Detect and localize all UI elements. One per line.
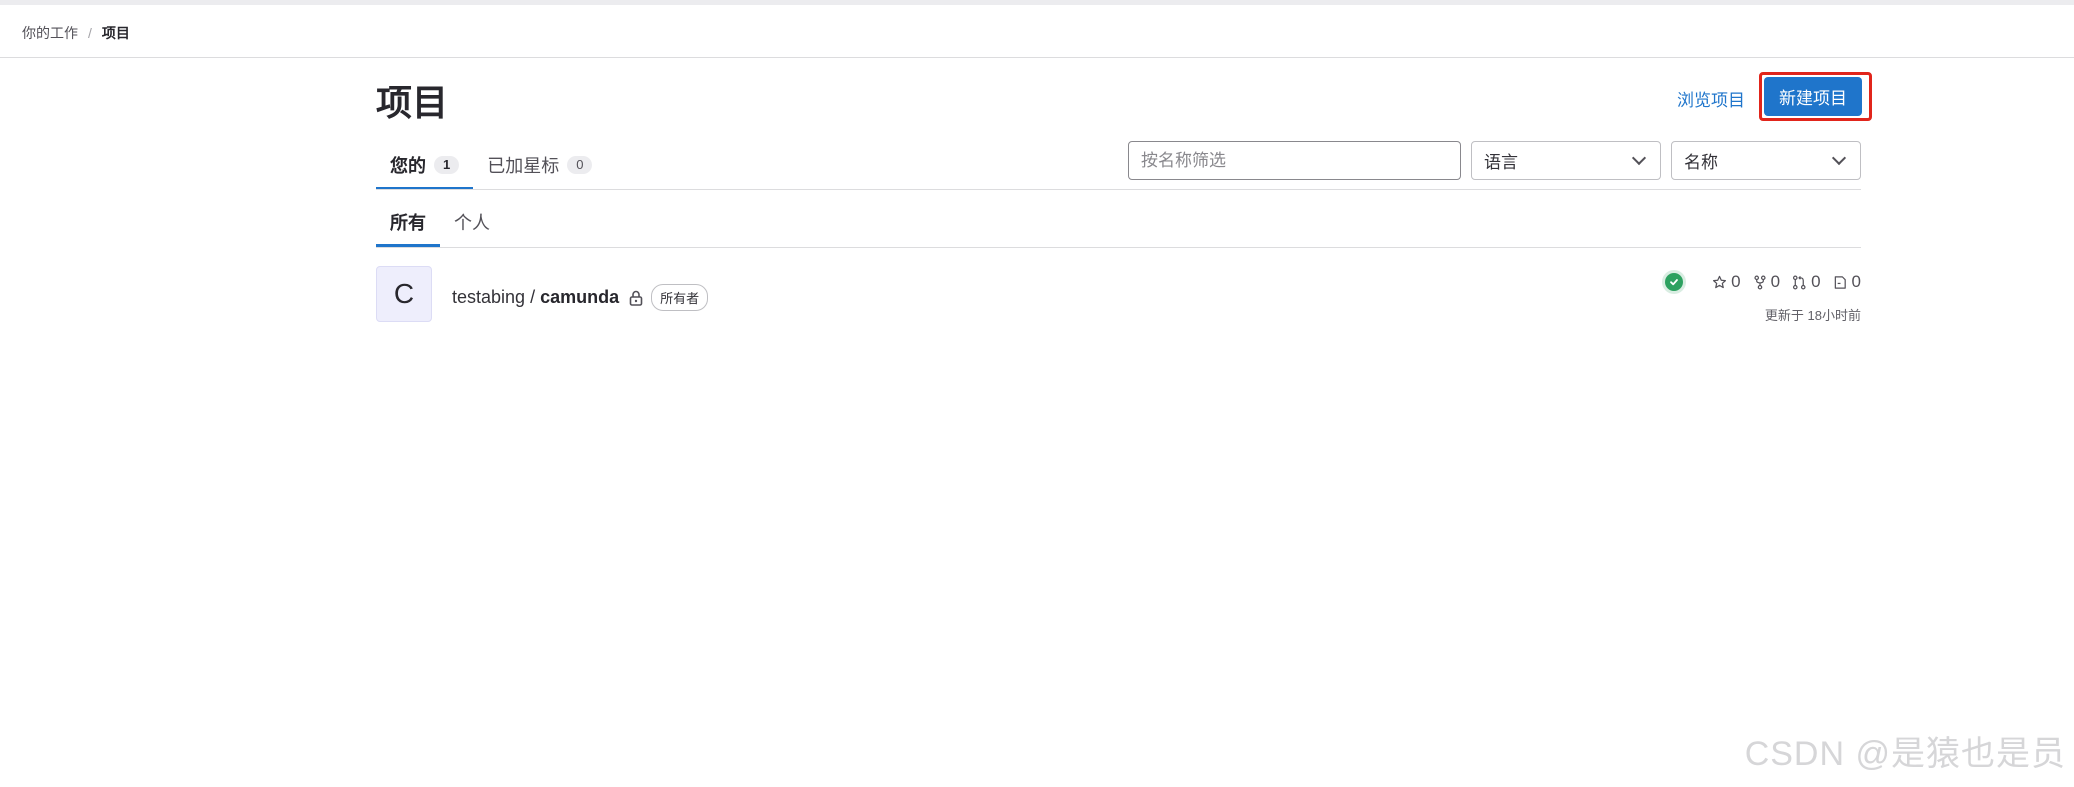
role-badge: 所有者 [651, 284, 709, 311]
sort-select-value: 名称 [1684, 153, 1718, 172]
filter-by-name-input[interactable] [1128, 141, 1461, 180]
project-stats: 0 0 0 0 [1662, 270, 1861, 294]
breadcrumb-projects[interactable]: 项目 [102, 23, 130, 43]
project-path-separator: / [530, 287, 536, 307]
merge-requests-count: 0 [1811, 272, 1821, 291]
breadcrumb-your-work[interactable]: 你的工作 [22, 23, 78, 43]
merge-request-icon [1793, 275, 1806, 289]
sort-select[interactable]: 名称 [1671, 141, 1861, 180]
browse-projects-link[interactable]: 浏览项目 [1677, 86, 1745, 111]
fork-icon [1754, 275, 1766, 289]
tab-starred-label: 已加星标 [487, 156, 560, 176]
breadcrumb: 你的工作 / 项目 [22, 23, 130, 43]
language-select[interactable]: 语言 [1471, 141, 1661, 180]
tab-yours-label: 您的 [390, 155, 426, 176]
page-title: 项目 [376, 82, 449, 123]
issues-icon [1834, 275, 1846, 289]
tab-yours[interactable]: 您的 1 [376, 142, 474, 190]
ownership-subtabs: 所有 个人 [376, 200, 504, 247]
forks-stat[interactable]: 0 [1753, 272, 1780, 292]
language-select-value: 语言 [1484, 153, 1518, 172]
chevron-down-icon [1631, 150, 1647, 166]
breadcrumb-separator: / [88, 25, 92, 41]
pipeline-status-icon[interactable] [1662, 270, 1687, 294]
stars-stat[interactable]: 0 [1712, 272, 1741, 292]
merge-requests-stat[interactable]: 0 [1792, 272, 1821, 292]
tab-yours-count: 1 [434, 155, 460, 174]
project-name: camunda [540, 287, 620, 307]
project-namespace: testabing [452, 287, 526, 307]
forks-count: 0 [1770, 272, 1781, 291]
check-icon [1665, 273, 1684, 291]
tab-starred-count: 0 [567, 156, 593, 174]
chevron-down-icon [1831, 150, 1847, 166]
issues-count: 0 [1851, 272, 1861, 291]
subtabs-divider [376, 247, 1861, 248]
project-row: C testabing / camunda 所有者 0 0 0 0 更新于 18… [376, 266, 1861, 326]
updated-time: 更新于 18小时前 [1764, 308, 1861, 323]
watermark: CSDN @是猿也是员 [1744, 735, 2066, 773]
star-icon [1713, 275, 1727, 288]
new-project-button[interactable]: 新建项目 [1764, 77, 1862, 116]
project-tabs: 您的 1 已加星标 0 [376, 142, 606, 190]
stars-count: 0 [1731, 272, 1741, 291]
project-avatar[interactable]: C [376, 266, 432, 322]
lock-icon [629, 290, 643, 306]
issues-stat[interactable]: 0 [1833, 272, 1861, 292]
subtab-personal[interactable]: 个人 [440, 200, 504, 244]
subtab-all[interactable]: 所有 [376, 200, 440, 247]
tabs-divider [376, 189, 1861, 190]
breadcrumb-bar: 你的工作 / 项目 [0, 5, 2074, 58]
project-title[interactable]: testabing / camunda 所有者 [452, 284, 709, 311]
tab-starred[interactable]: 已加星标 0 [473, 142, 606, 188]
